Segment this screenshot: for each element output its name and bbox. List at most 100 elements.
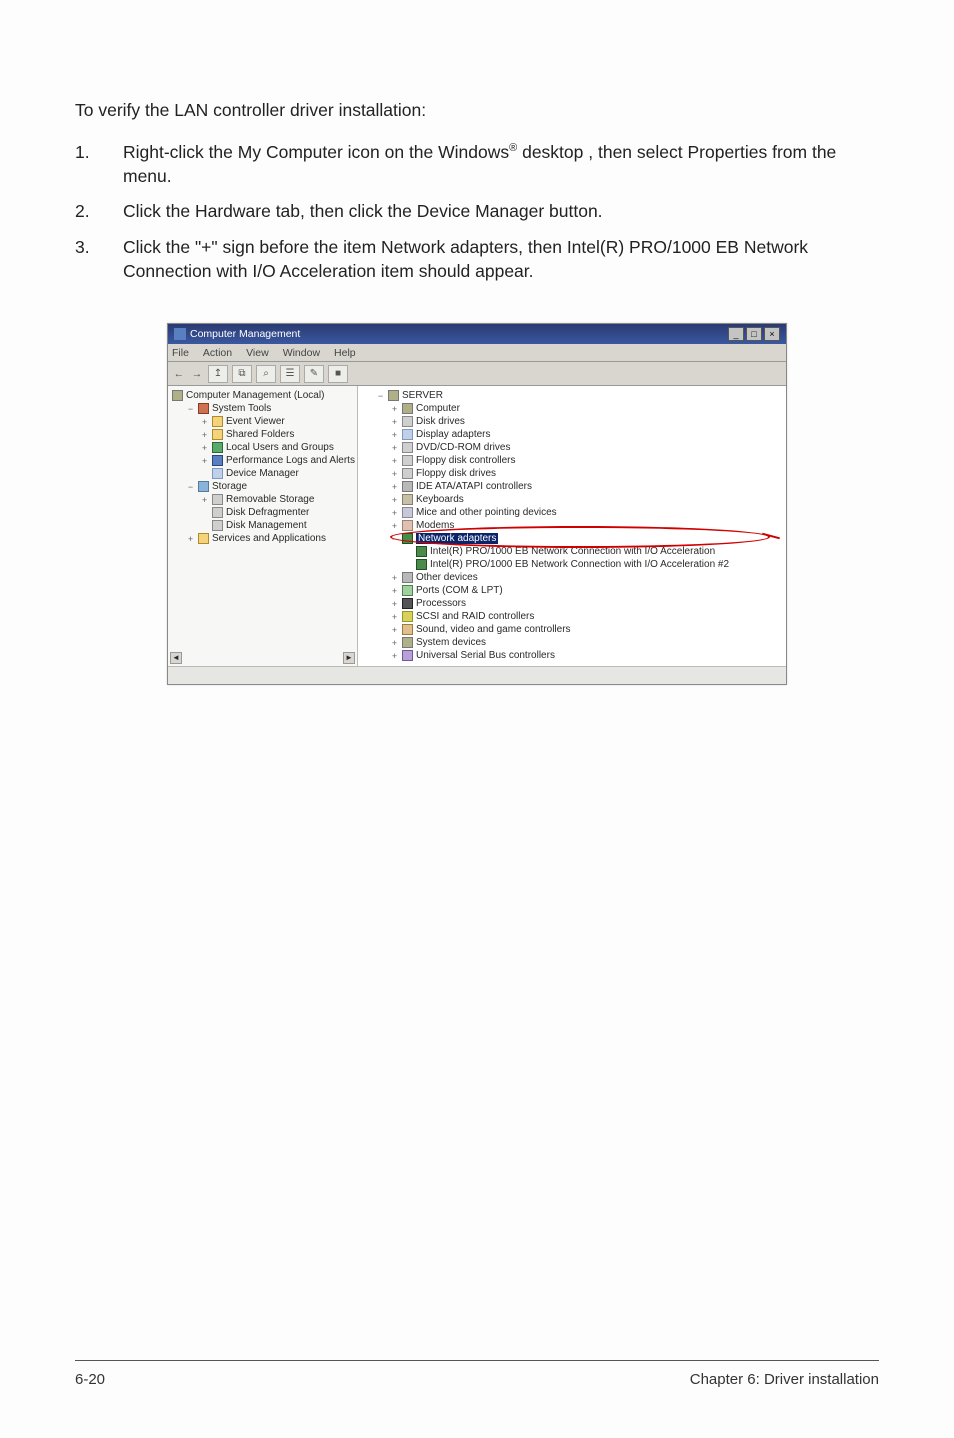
menu-view[interactable]: View (246, 347, 269, 359)
right-tree-item[interactable]: Intel(R) PRO/1000 EB Network Connection … (362, 545, 782, 558)
tree-item-label: Sound, video and game controllers (416, 624, 571, 635)
right-tree-item[interactable]: + Sound, video and game controllers (362, 623, 782, 636)
expand-toggle[interactable]: + (390, 430, 399, 440)
expand-toggle[interactable]: + (390, 456, 399, 466)
right-tree-item[interactable]: +DVD/CD-ROM drives (362, 441, 782, 454)
expand-toggle[interactable]: + (390, 508, 399, 518)
expand-toggle[interactable]: + (390, 625, 399, 635)
tree-item-icon (402, 481, 413, 492)
left-tree-item[interactable]: −System Tools (172, 402, 355, 415)
nav-back-button[interactable]: ← (172, 368, 186, 380)
right-tree-pane[interactable]: − SERVER +Computer+Disk drives+Display a… (358, 386, 786, 666)
tree-item-icon (212, 416, 223, 427)
left-tree-item[interactable]: Disk Defragmenter (172, 506, 355, 519)
server-icon (388, 390, 399, 401)
expand-toggle[interactable]: + (200, 430, 209, 440)
intro-text: To verify the LAN controller driver inst… (75, 100, 879, 121)
footer-chapter-title: Chapter 6: Driver installation (690, 1371, 879, 1388)
right-tree-item[interactable]: +SCSI and RAID controllers (362, 610, 782, 623)
right-tree-root[interactable]: − SERVER (362, 389, 782, 402)
expand-toggle[interactable]: − (186, 404, 195, 414)
right-tree-item[interactable]: −Network adapters (362, 532, 782, 545)
menu-action[interactable]: Action (203, 347, 232, 359)
close-button[interactable]: × (764, 327, 780, 341)
tree-item-icon (402, 533, 413, 544)
tree-item-icon (402, 585, 413, 596)
toolbar-properties-icon[interactable]: ⌕ (256, 365, 276, 383)
expand-toggle[interactable]: + (390, 469, 399, 479)
tree-item-label: Services and Applications (212, 533, 326, 544)
expand-toggle[interactable]: + (390, 521, 399, 531)
right-tree-item[interactable]: + Display adapters (362, 428, 782, 441)
expand-toggle[interactable]: + (200, 443, 209, 453)
right-tree-item[interactable]: +Disk drives (362, 415, 782, 428)
expand-toggle[interactable]: + (186, 534, 195, 544)
menu-file[interactable]: File (172, 347, 189, 359)
left-tree-item[interactable]: Disk Management (172, 519, 355, 532)
expand-toggle[interactable]: − (390, 534, 399, 544)
minimize-button[interactable]: _ (728, 327, 744, 341)
expand-toggle[interactable]: + (390, 404, 399, 414)
right-tree-item[interactable]: +Modems (362, 519, 782, 532)
tree-item-label: Universal Serial Bus controllers (416, 650, 555, 661)
expand-toggle[interactable]: + (390, 612, 399, 622)
left-tree-item[interactable]: +Removable Storage (172, 493, 355, 506)
expand-toggle[interactable]: + (390, 599, 399, 609)
expand-toggle[interactable]: + (390, 417, 399, 427)
right-tree-item[interactable]: +Floppy disk controllers (362, 454, 782, 467)
right-tree-item[interactable]: + Universal Serial Bus controllers (362, 649, 782, 662)
expand-toggle[interactable]: + (390, 651, 399, 661)
left-tree-item[interactable]: +Event Viewer (172, 415, 355, 428)
left-tree-item[interactable]: +Shared Folders (172, 428, 355, 441)
menu-help[interactable]: Help (334, 347, 356, 359)
expand-toggle[interactable]: + (390, 638, 399, 648)
step-2-number: 2. (75, 200, 123, 224)
steps-list: 1. Right-click the My Computer icon on t… (75, 141, 879, 283)
right-tree-item[interactable]: + Computer (362, 402, 782, 415)
left-tree-item[interactable]: − Storage (172, 480, 355, 493)
tree-item-label: Processors (416, 598, 466, 609)
toolbar-refresh-icon[interactable]: ☰ (280, 365, 300, 383)
right-tree-item[interactable]: +Other devices (362, 571, 782, 584)
left-tree-root[interactable]: Computer Management (Local) (172, 389, 355, 402)
expand-toggle[interactable]: + (390, 586, 399, 596)
expand-toggle[interactable]: + (390, 482, 399, 492)
left-tree-pane[interactable]: Computer Management (Local) −System Tool… (168, 386, 358, 666)
left-tree-item[interactable]: +Local Users and Groups (172, 441, 355, 454)
expand-toggle[interactable]: + (390, 573, 399, 583)
left-tree-item[interactable]: +Performance Logs and Alerts (172, 454, 355, 467)
expand-toggle[interactable]: + (390, 495, 399, 505)
maximize-button[interactable]: □ (746, 327, 762, 341)
expand-toggle[interactable]: + (200, 417, 209, 427)
tree-item-label: Intel(R) PRO/1000 EB Network Connection … (430, 546, 715, 557)
right-tree-item[interactable]: + Processors (362, 597, 782, 610)
tree-item-label: Storage (212, 481, 247, 492)
left-tree-item[interactable]: + Services and Applications (172, 532, 355, 545)
right-tree-item[interactable]: +IDE ATA/ATAPI controllers (362, 480, 782, 493)
tree-item-label: Computer (416, 403, 460, 414)
right-tree-item[interactable]: +Keyboards (362, 493, 782, 506)
tree-item-label: Display adapters (416, 429, 490, 440)
right-tree-item[interactable]: +Floppy disk drives (362, 467, 782, 480)
expand-toggle[interactable]: + (200, 456, 209, 466)
expand-toggle[interactable]: − (186, 482, 195, 492)
scroll-right-arrow[interactable]: ► (343, 652, 355, 664)
menu-window[interactable]: Window (283, 347, 320, 359)
right-tree-item[interactable]: +Ports (COM & LPT) (362, 584, 782, 597)
toolbar-export-icon[interactable]: ✎ (304, 365, 324, 383)
computer-icon (172, 390, 183, 401)
right-tree-item[interactable]: +Mice and other pointing devices (362, 506, 782, 519)
toolbar-help-icon[interactable]: ■ (328, 365, 348, 383)
expand-toggle[interactable]: + (200, 495, 209, 505)
titlebar[interactable]: Computer Management _ □ × (168, 324, 786, 344)
right-tree-item[interactable]: Intel(R) PRO/1000 EB Network Connection … (362, 558, 782, 571)
computer-management-window: Computer Management _ □ × File Action Vi… (167, 323, 787, 685)
right-tree-item[interactable]: +System devices (362, 636, 782, 649)
toolbar-tree-icon[interactable]: ⧉ (232, 365, 252, 383)
scroll-left-arrow[interactable]: ◄ (170, 652, 182, 664)
tree-item-icon (402, 507, 413, 518)
toolbar-up-icon[interactable]: ↥ (208, 365, 228, 383)
left-tree-item[interactable]: Device Manager (172, 467, 355, 480)
expand-toggle[interactable]: + (390, 443, 399, 453)
nav-forward-button[interactable]: → (190, 368, 204, 380)
